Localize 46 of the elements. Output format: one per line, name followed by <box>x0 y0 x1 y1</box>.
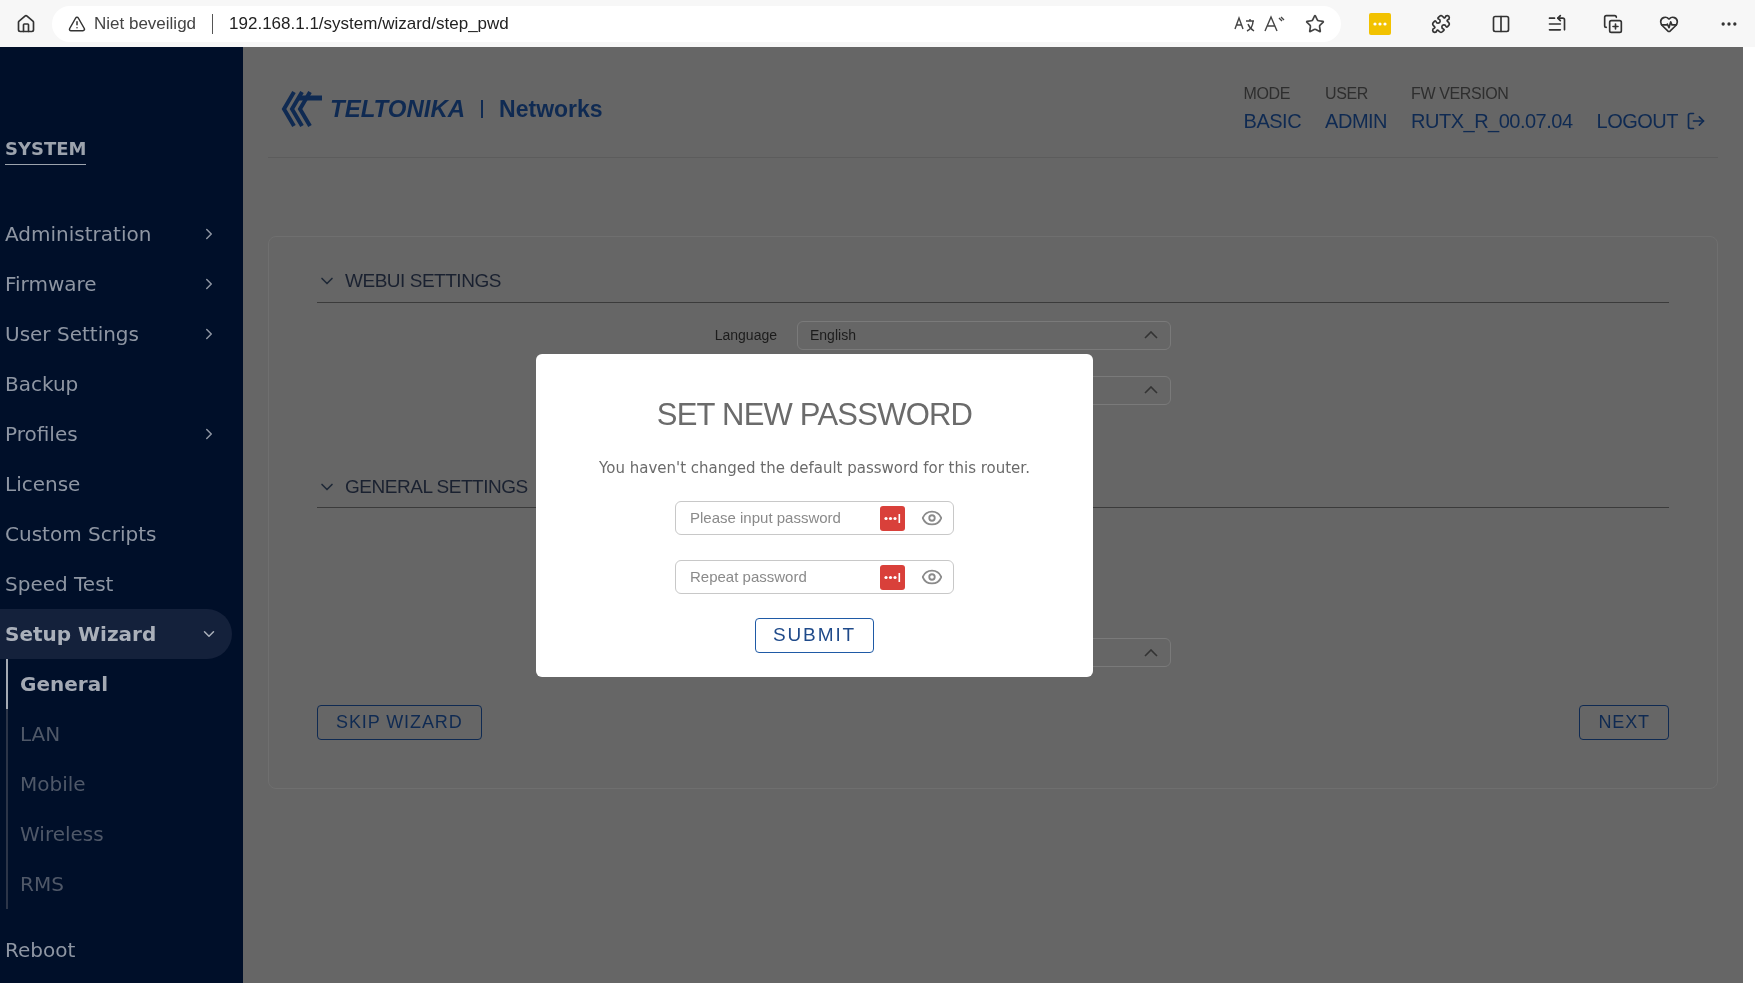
dialog-title: SET NEW PASSWORD <box>656 396 973 434</box>
password-field[interactable]: Please input password <box>675 501 954 535</box>
home-icon[interactable] <box>16 13 36 34</box>
info-label: MODE <box>1243 84 1291 104</box>
password-field[interactable]: Repeat password <box>675 560 954 594</box>
info-label: USER <box>1325 84 1369 104</box>
logout-icon <box>1686 111 1706 131</box>
security-warning: Niet beveiligd <box>94 12 197 35</box>
section-title: SYSTEM <box>5 135 87 165</box>
sidebar-item[interactable]: Firmware <box>0 259 232 309</box>
password-manager-icon[interactable] <box>880 505 905 531</box>
info-value: ADMIN <box>1325 109 1388 134</box>
password-input[interactable]: Please input password <box>690 506 872 530</box>
sidebar-item[interactable]: Custom Scripts <box>0 509 232 559</box>
chevron-up-icon <box>1144 386 1158 394</box>
password-input[interactable]: Repeat password <box>690 565 872 589</box>
warning-icon[interactable] <box>68 14 86 33</box>
sidebar-item[interactable]: Backup <box>0 359 232 409</box>
extensions-icon[interactable] <box>1431 13 1451 34</box>
split-screen-icon[interactable] <box>1491 13 1511 34</box>
favorite-star-icon[interactable] <box>1305 13 1325 34</box>
sidebar-item[interactable]: License <box>0 459 232 509</box>
password-manager-icon[interactable] <box>880 564 905 590</box>
info-value: RUTX_R_00.07.04 <box>1411 109 1573 135</box>
sidebar-item[interactable]: Setup Wizard <box>0 609 232 659</box>
logo-subtitle: Networks <box>499 94 603 124</box>
collections-icon[interactable] <box>1603 13 1623 34</box>
sidebar-item[interactable]: User Settings <box>0 309 232 359</box>
info-value: BASIC <box>1243 109 1302 134</box>
sidebar-item[interactable]: Profiles <box>0 409 232 459</box>
submit-button[interactable]: SUBMIT <box>754 618 875 653</box>
chevron-up-icon <box>1144 648 1158 657</box>
sidebar-item[interactable]: Speed Test <box>0 559 232 609</box>
logo-mark-icon <box>280 90 322 128</box>
sidebar-item[interactable]: Reboot <box>0 925 232 975</box>
field-label: Language <box>714 325 777 345</box>
favorites-icon[interactable] <box>1547 13 1567 34</box>
info-label: FW VERSION <box>1411 84 1510 104</box>
sidebar-item[interactable]: Administration <box>0 209 232 259</box>
logo-text: TELTONIKA <box>330 94 466 124</box>
url-text[interactable]: 192.168.1.1/system/wizard/step_pwd <box>229 10 1225 37</box>
address-bar[interactable]: Niet beveiligd 192.168.1.1/system/wizard/step_pwd <box>52 5 1341 42</box>
translate-icon[interactable] <box>1233 14 1255 33</box>
performance-icon[interactable] <box>1659 13 1679 34</box>
chevron-up-icon <box>1144 331 1158 339</box>
read-aloud-icon[interactable] <box>1263 14 1285 33</box>
